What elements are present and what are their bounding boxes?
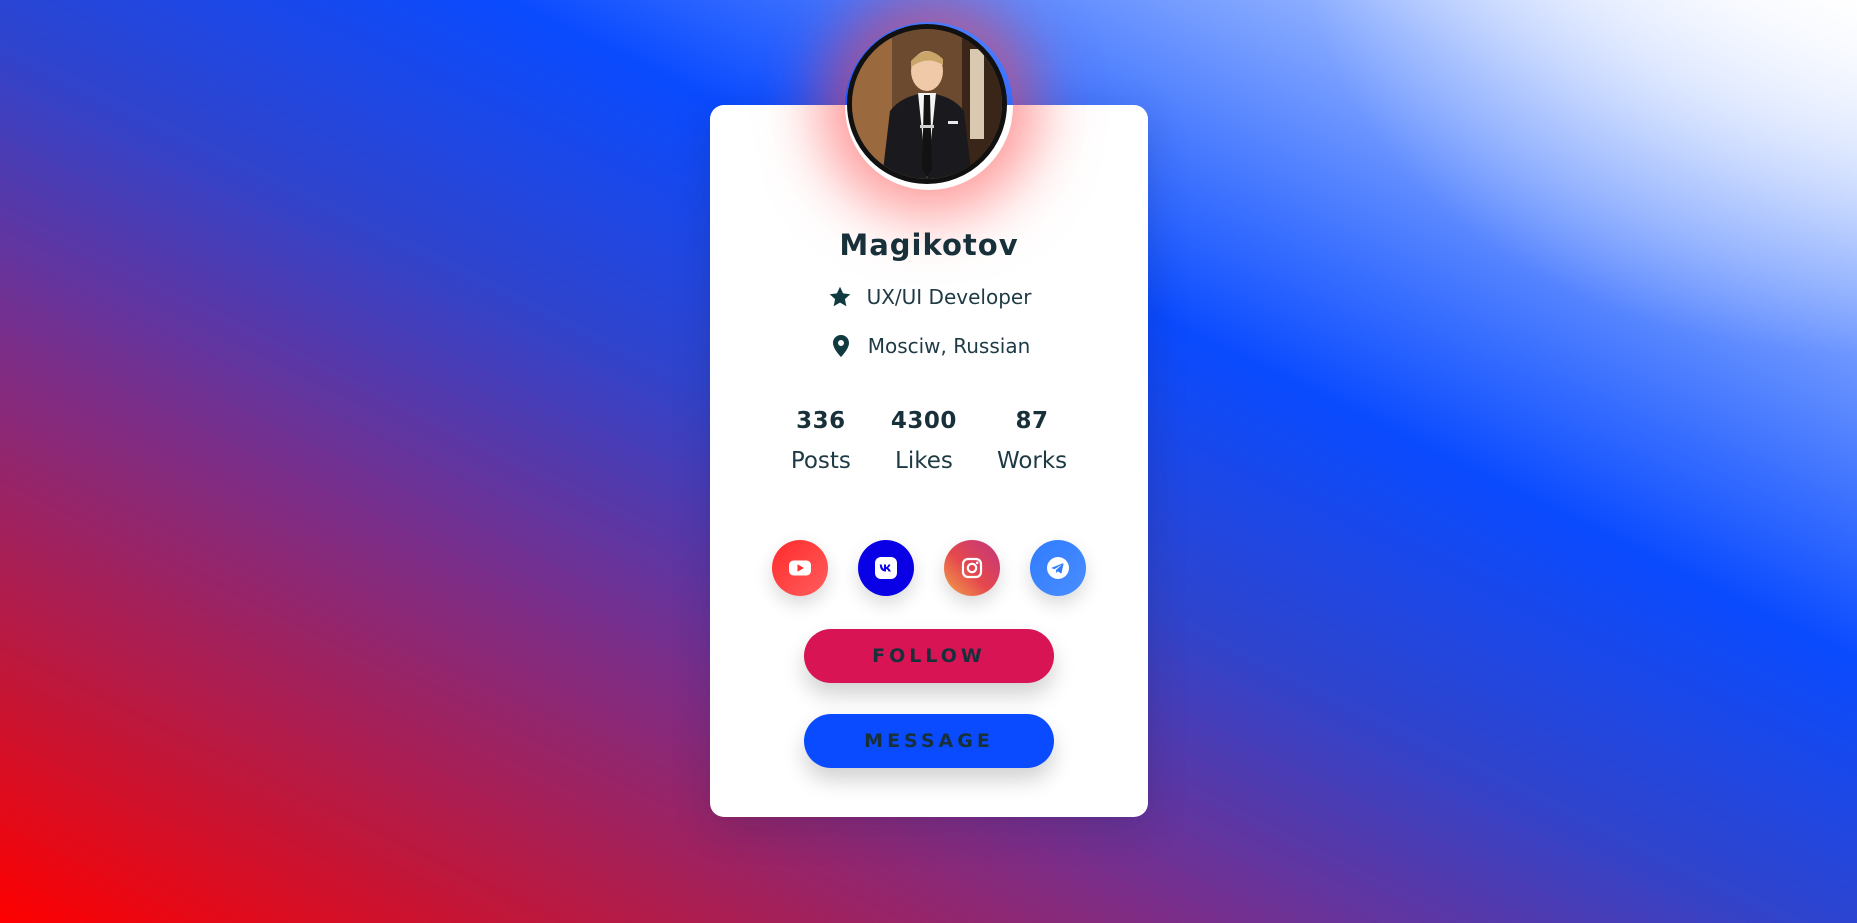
- stat-label: Posts: [790, 448, 851, 474]
- message-button[interactable]: MESSAGE: [804, 714, 1054, 768]
- stat-likes: 4300 Likes: [891, 408, 957, 474]
- location-pin-icon: [828, 333, 854, 359]
- stat-posts: 336 Posts: [791, 408, 851, 474]
- avatar-photo: [852, 29, 1002, 179]
- telegram-link[interactable]: [1030, 540, 1086, 596]
- avatar: [847, 24, 1007, 184]
- stat-value: 87: [1015, 408, 1049, 434]
- stat-works: 87 Works: [997, 408, 1067, 474]
- profile-role: UX/UI Developer: [866, 285, 1032, 309]
- stat-value: 4300: [890, 408, 957, 434]
- profile-location: Mosciw, Russian: [867, 334, 1031, 358]
- stat-label: Works: [996, 448, 1068, 474]
- youtube-icon: [789, 560, 811, 576]
- stat-label: Likes: [895, 448, 953, 474]
- instagram-link[interactable]: [944, 540, 1000, 596]
- profile-name: Magikotov: [839, 228, 1019, 262]
- follow-button[interactable]: FOLLOW: [804, 629, 1054, 683]
- vk-icon: [875, 557, 897, 579]
- page-background: Magikotov UX/UI Developer Mosciw, Russia…: [0, 0, 1857, 923]
- stats-row: 336 Posts 4300 Likes 87 Works: [710, 408, 1148, 474]
- stat-value: 336: [796, 408, 846, 434]
- instagram-icon: [961, 557, 983, 579]
- star-icon: [827, 284, 853, 310]
- location-row: Mosciw, Russian: [710, 333, 1148, 359]
- youtube-link[interactable]: [772, 540, 828, 596]
- role-row: UX/UI Developer: [710, 284, 1148, 310]
- social-links: [710, 540, 1148, 596]
- vk-link[interactable]: [858, 540, 914, 596]
- telegram-icon: [1047, 557, 1069, 579]
